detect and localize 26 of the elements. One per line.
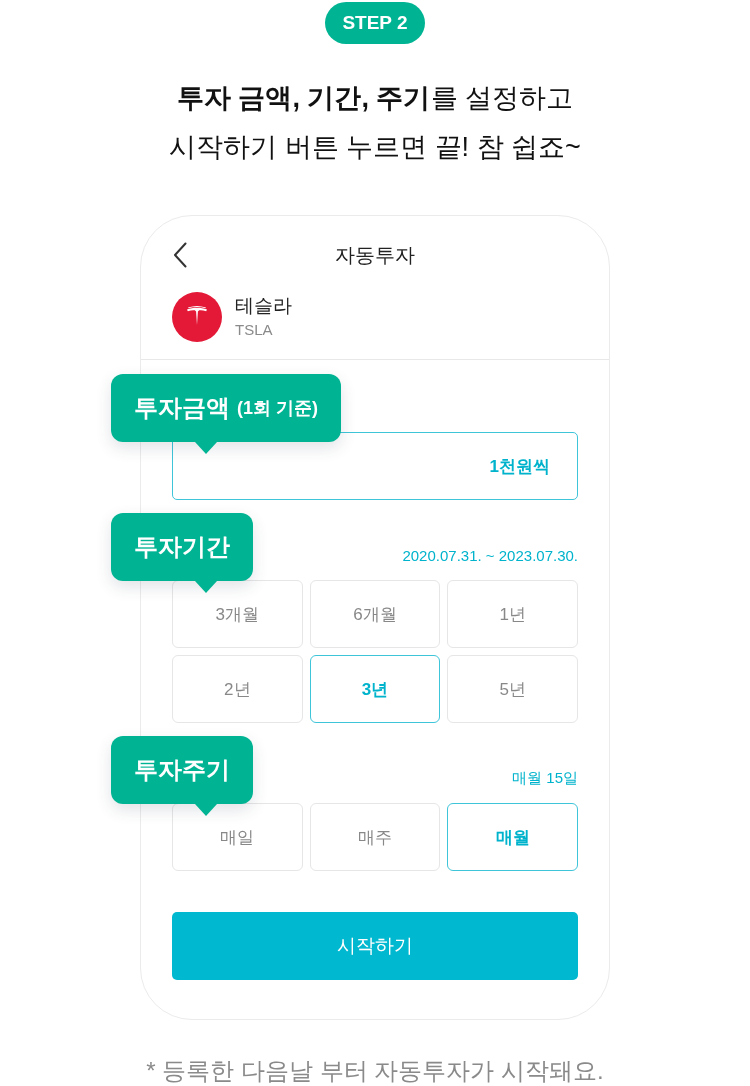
tooltip-label: 투자기간 — [134, 532, 230, 562]
start-button[interactable]: 시작하기 — [172, 912, 578, 980]
back-chevron-icon[interactable] — [173, 242, 187, 268]
cycle-option[interactable]: 매월 — [447, 803, 578, 871]
period-option[interactable]: 1년 — [447, 580, 578, 648]
stock-logo-icon — [172, 292, 222, 342]
tooltip-note: (1회 기준) — [237, 397, 318, 420]
schedule-text: 매월 15일 — [512, 768, 578, 788]
headline-text: 투자 금액, 기간, 주기를 설정하고 — [176, 82, 574, 115]
amount-field[interactable]: 1천원씩 — [172, 432, 578, 500]
period-option[interactable]: 2년 — [172, 655, 303, 723]
period-option[interactable]: 3년 — [309, 655, 441, 723]
period-option[interactable]: 5년 — [447, 655, 578, 723]
screen-title: 자동투자 — [334, 242, 416, 268]
tooltip-label: 투자주기 — [134, 755, 230, 785]
footnote-text: * 등록한 다음날 부터 자동투자가 시작돼요. — [146, 1057, 604, 1085]
period-option[interactable]: 3개월 — [172, 580, 303, 648]
stock-ticker: TSLA — [235, 320, 274, 340]
period-range-text: 2020.07.31. ~ 2023.07.30. — [402, 546, 578, 564]
cycle-option[interactable]: 매일 — [172, 803, 303, 871]
stock-name: 테슬라 — [235, 294, 292, 318]
tooltip-label: 투자금액 — [134, 393, 230, 423]
step-badge: STEP 2 — [325, 2, 425, 44]
cycle-option[interactable]: 매주 — [309, 803, 441, 871]
headline-text: 시작하기 버튼 누르면 끝! 참 쉽죠~ — [169, 131, 581, 164]
period-option[interactable]: 6개월 — [309, 580, 441, 648]
